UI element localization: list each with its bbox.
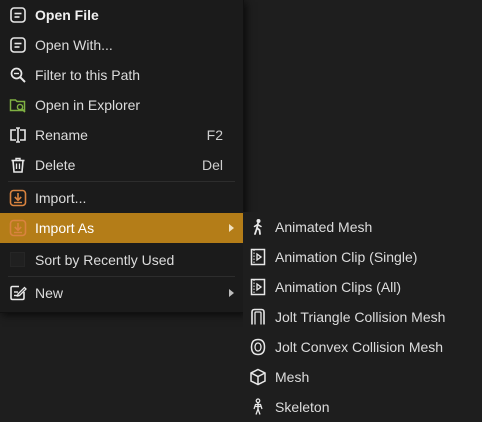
film-play-icon — [249, 248, 267, 266]
shortcut-label: Del — [201, 157, 223, 173]
submenu-item-label: Jolt Triangle Collision Mesh — [275, 309, 446, 325]
submenu-item-animation-clips-all[interactable]: Animation Clips (All) — [243, 272, 482, 302]
menu-item-open-explorer[interactable]: Open in Explorer — [0, 90, 243, 120]
submenu-item-animation-clip-single[interactable]: Animation Clip (Single) — [243, 242, 482, 272]
chevron-right-icon — [229, 289, 234, 297]
submenu-item-label: Skeleton — [275, 399, 330, 415]
skeleton-icon — [249, 398, 267, 416]
submenu-item-label: Jolt Convex Collision Mesh — [275, 339, 444, 355]
menu-item-open-with[interactable]: Open With... — [0, 30, 243, 60]
search-icon — [9, 66, 27, 84]
menu-item-label: Sort by Recently Used — [35, 252, 175, 268]
separator — [8, 276, 235, 277]
menu-item-open-file[interactable]: Open File — [0, 0, 243, 30]
import-icon — [9, 189, 27, 207]
menu-item-label: Open File — [35, 7, 99, 23]
door-frame-icon — [249, 308, 267, 326]
menu-item-new[interactable]: New — [0, 278, 243, 308]
sort-recent-checkbox[interactable] — [10, 252, 25, 267]
submenu-item-label: Mesh — [275, 369, 310, 385]
menu-item-label: New — [35, 285, 64, 301]
submenu-item-label: Animation Clips (All) — [275, 279, 402, 295]
submenu-item-jolt-triangle[interactable]: Jolt Triangle Collision Mesh — [243, 302, 482, 332]
separator — [8, 181, 235, 182]
submenu-item-animated-mesh[interactable]: Animated Mesh — [243, 212, 482, 242]
context-menu: Open File Open With... Filter to this Pa… — [0, 0, 244, 313]
import-icon — [9, 219, 27, 237]
walking-figure-icon — [249, 218, 267, 236]
folder-search-icon — [9, 96, 27, 114]
submenu-item-label: Animated Mesh — [275, 219, 373, 235]
document-icon — [9, 6, 27, 24]
menu-item-label: Import... — [35, 190, 87, 206]
menu-item-label: Filter to this Path — [35, 67, 141, 83]
menu-item-label: Delete — [35, 157, 76, 173]
film-play-icon — [249, 278, 267, 296]
new-file-icon — [9, 284, 27, 302]
convex-hull-icon — [249, 338, 267, 356]
menu-item-filter-path[interactable]: Filter to this Path — [0, 60, 243, 90]
shortcut-label: F2 — [206, 127, 223, 143]
menu-item-delete[interactable]: Delete Del — [0, 150, 243, 180]
submenu-item-jolt-convex[interactable]: Jolt Convex Collision Mesh — [243, 332, 482, 362]
submenu-item-label: Animation Clip (Single) — [275, 249, 418, 265]
cube-icon — [249, 368, 267, 386]
document-icon — [9, 36, 27, 54]
submenu-item-mesh[interactable]: Mesh — [243, 362, 482, 392]
trash-icon — [9, 156, 27, 174]
rename-icon — [9, 126, 27, 144]
menu-item-label: Open in Explorer — [35, 97, 141, 113]
menu-item-label: Import As — [35, 220, 95, 236]
menu-item-rename[interactable]: Rename F2 — [0, 120, 243, 150]
menu-item-import[interactable]: Import... — [0, 183, 243, 213]
chevron-right-icon — [229, 224, 234, 232]
menu-item-import-as[interactable]: Import As — [0, 213, 243, 243]
submenu-item-skeleton[interactable]: Skeleton — [243, 392, 482, 422]
import-as-submenu: Animated Mesh Animation Clip (Single) An… — [243, 212, 482, 421]
menu-item-label: Rename — [35, 127, 88, 143]
menu-item-label: Open With... — [35, 37, 113, 53]
menu-item-sort-recent[interactable]: Sort by Recently Used — [0, 245, 243, 275]
